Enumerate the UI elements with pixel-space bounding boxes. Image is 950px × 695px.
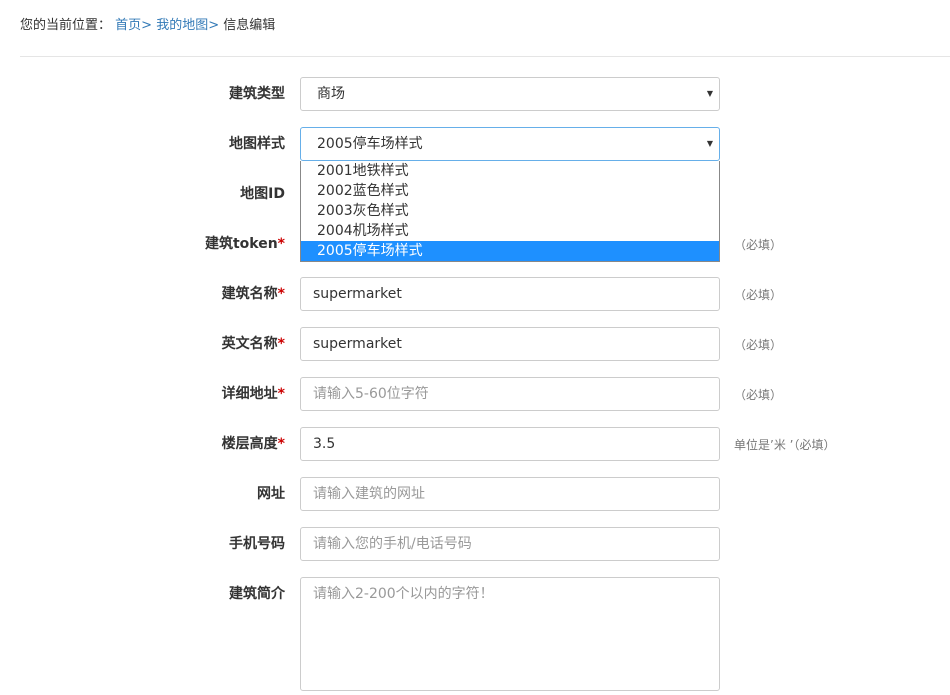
map-id-label: 地图ID xyxy=(240,184,285,204)
map-style-dropdown: 2001地铁样式 2002蓝色样式 2003灰色样式 2004机场样式 2005… xyxy=(300,161,720,262)
website-label-text: 网址 xyxy=(257,486,285,502)
phone-input[interactable] xyxy=(300,527,720,561)
name-label: 建筑名称* xyxy=(222,284,285,304)
building-name-input[interactable] xyxy=(300,277,720,311)
map-style-option[interactable]: 2004机场样式 xyxy=(301,221,719,241)
map-style-value: 2005停车场样式 xyxy=(317,136,423,152)
floor-height-input[interactable] xyxy=(300,427,720,461)
token-label-text: 建筑token xyxy=(204,236,278,252)
breadcrumb-separator: > xyxy=(208,18,220,33)
website-label: 网址 xyxy=(257,484,285,504)
map-id-label-text: 地图ID xyxy=(240,186,285,202)
name-hint: （必填） xyxy=(734,288,783,302)
english-name-input[interactable] xyxy=(300,327,720,361)
map-style-label: 地图样式 xyxy=(229,134,285,154)
address-label-text: 详细地址 xyxy=(221,386,278,402)
building-type-value: 商场 xyxy=(317,86,345,102)
map-style-label-text: 地图样式 xyxy=(229,136,285,152)
address-label: 详细地址* xyxy=(222,384,285,404)
required-marker: * xyxy=(277,236,285,252)
token-hint: （必填） xyxy=(734,238,783,252)
caret-down-icon: ▼ xyxy=(706,89,713,98)
building-type-select[interactable]: 商场 ▼ xyxy=(300,77,720,111)
breadcrumb-current: 信息编辑 xyxy=(223,18,276,33)
en-name-hint: （必填） xyxy=(734,338,783,352)
website-input[interactable] xyxy=(300,477,720,511)
building-type-label: 建筑类型 xyxy=(229,84,285,104)
breadcrumb-separator: > xyxy=(141,18,153,33)
building-type-label-text: 建筑类型 xyxy=(229,86,285,102)
map-style-option[interactable]: 2002蓝色样式 xyxy=(301,181,719,201)
required-marker: * xyxy=(277,336,285,352)
token-label: 建筑token* xyxy=(205,234,285,254)
intro-textarea[interactable] xyxy=(300,577,720,691)
header-divider xyxy=(20,56,950,57)
en-name-label: 英文名称* xyxy=(222,334,285,354)
required-marker: * xyxy=(277,386,285,402)
floor-height-hint: 单位是’米 ’（必填） xyxy=(734,438,836,452)
floor-height-label-text: 楼层高度 xyxy=(221,436,278,452)
en-name-label-text: 英文名称 xyxy=(221,336,278,352)
breadcrumb: 您的当前位置： 首页> 我的地图> 信息编辑 xyxy=(20,16,275,36)
required-marker: * xyxy=(277,436,285,452)
breadcrumb-home-link[interactable]: 首页 xyxy=(115,18,141,33)
intro-label-text: 建筑简介 xyxy=(229,586,285,602)
phone-label-text: 手机号码 xyxy=(229,536,285,552)
phone-label: 手机号码 xyxy=(229,534,285,554)
name-label-text: 建筑名称 xyxy=(221,286,278,302)
map-style-select[interactable]: 2005停车场样式 ▼ xyxy=(300,127,720,161)
required-marker: * xyxy=(277,286,285,302)
address-input[interactable] xyxy=(300,377,720,411)
map-style-option[interactable]: 2003灰色样式 xyxy=(301,201,719,221)
floor-height-label: 楼层高度* xyxy=(222,434,285,454)
map-style-option[interactable]: 2001地铁样式 xyxy=(301,161,719,181)
breadcrumb-prefix: 您的当前位置： xyxy=(20,18,112,33)
caret-down-icon: ▼ xyxy=(706,139,713,148)
intro-label: 建筑简介 xyxy=(229,584,285,604)
address-hint: （必填） xyxy=(734,388,783,402)
breadcrumb-maps-link[interactable]: 我的地图 xyxy=(156,18,208,33)
map-style-option-selected[interactable]: 2005停车场样式 xyxy=(301,241,719,261)
